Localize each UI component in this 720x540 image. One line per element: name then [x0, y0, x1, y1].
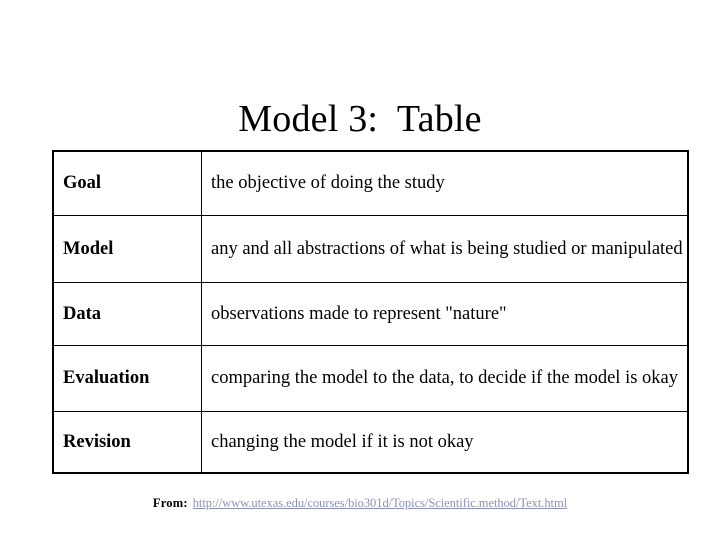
table-row: Model any and all abstractions of what i… — [53, 215, 688, 283]
table-cell-definition: changing the model if it is not okay — [201, 411, 688, 473]
table-cell-term: Revision — [53, 411, 202, 473]
definitions-table: Goal the objective of doing the study Mo… — [52, 150, 689, 474]
table-row: Data observations made to represent "nat… — [53, 282, 688, 346]
table-row: Evaluation comparing the model to the da… — [53, 345, 688, 412]
table-cell-term: Goal — [53, 151, 202, 216]
definition-text: any and all abstractions of what is bein… — [211, 238, 683, 259]
definition-text: observations made to represent "nature" — [211, 303, 507, 324]
source-label: From: — [152, 496, 188, 510]
table-row: Goal the objective of doing the study — [53, 151, 688, 216]
source-attribution: From: http://www.utexas.edu/courses/bio30… — [0, 495, 720, 511]
slide-canvas: Model 3: Table Goal the objective of doi… — [0, 0, 720, 540]
table-cell-definition: the objective of doing the study — [201, 151, 688, 216]
table-cell-term: Evaluation — [53, 345, 202, 412]
table-row: Revision changing the model if it is not… — [53, 411, 688, 473]
table-cell-term: Data — [53, 282, 202, 346]
table-cell-definition: any and all abstractions of what is bein… — [201, 215, 688, 283]
table-cell-term: Model — [53, 215, 202, 283]
table-cell-definition: comparing the model to the data, to deci… — [201, 345, 688, 412]
table-body: Goal the objective of doing the study Mo… — [53, 151, 688, 473]
definition-text: the objective of doing the study — [211, 173, 445, 193]
page-title: Model 3: Table — [238, 98, 482, 141]
definition-text: changing the model if it is not okay — [211, 431, 474, 452]
table-cell-definition: observations made to represent "nature" — [201, 282, 688, 346]
source-url-link[interactable]: http://www.utexas.edu/courses/bio301d/To… — [193, 496, 567, 510]
definition-text: comparing the model to the data, to deci… — [211, 368, 678, 388]
